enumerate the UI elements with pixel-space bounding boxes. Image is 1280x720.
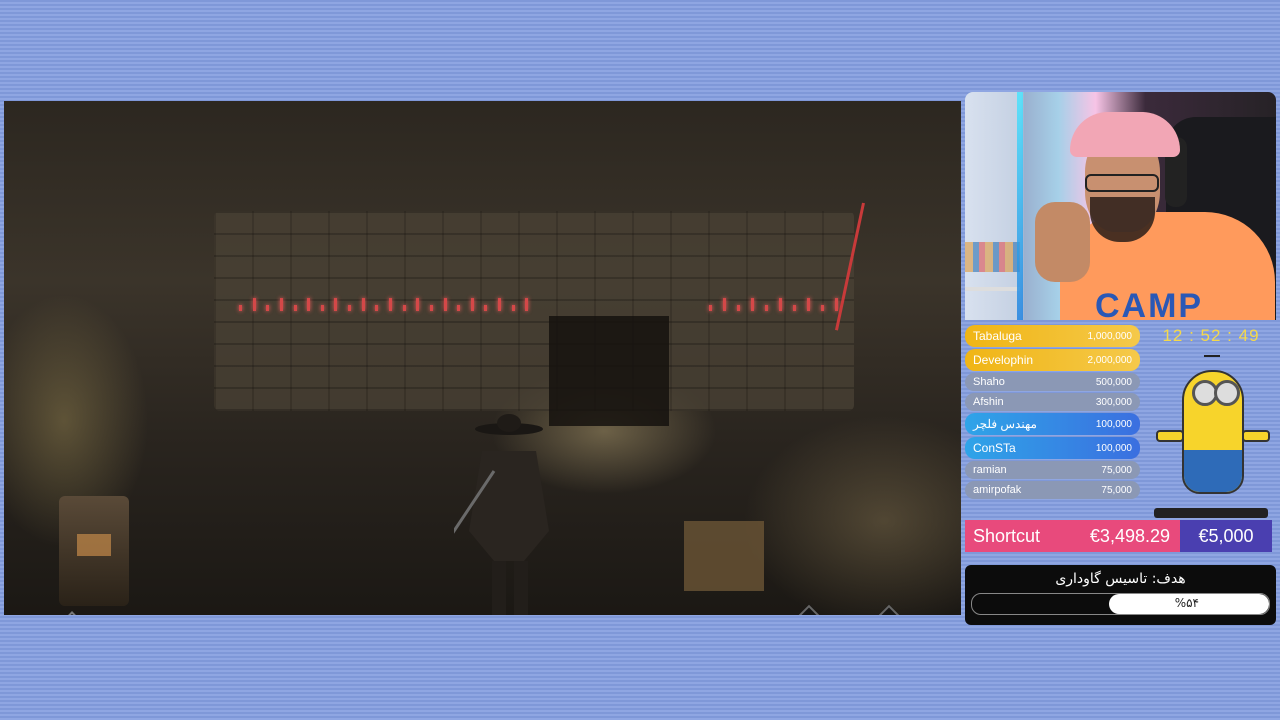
red-candles	[709, 281, 849, 311]
candle	[751, 298, 754, 311]
webcam-feed: CAMP	[965, 92, 1276, 320]
donation-row: amirpofak 75,000	[965, 481, 1140, 499]
candle	[470, 298, 474, 311]
candle	[320, 305, 324, 311]
donation-amount: 300,000	[1095, 396, 1132, 408]
item-slot	[38, 611, 106, 615]
donor-name: مهندس فلچر	[973, 417, 1037, 431]
minion-banner	[1154, 508, 1268, 518]
candle	[765, 305, 768, 311]
candle	[807, 298, 810, 311]
donation-leaderboard: Tabaluga 1,000,000 Develophin 2,000,000 Shah…	[965, 325, 1140, 501]
donor-name: ConSTa	[973, 441, 1016, 455]
goal-raised: €3,498.29	[1089, 525, 1170, 546]
candle	[443, 298, 447, 311]
stone-lantern	[59, 496, 129, 606]
candle	[457, 305, 461, 311]
glasses	[1085, 174, 1159, 192]
candle	[279, 298, 283, 311]
goal-target: €5,000	[1180, 520, 1272, 552]
minion-arm	[1156, 430, 1184, 442]
donation-row: Shaho 500,000	[965, 373, 1140, 391]
donation-amount: 500,000	[1095, 376, 1132, 388]
donor-name: Shaho	[973, 376, 1005, 388]
candle	[348, 305, 352, 311]
donation-amount: 100,000	[1095, 418, 1132, 430]
toy-shelf	[965, 242, 1020, 272]
donation-goal-bar: Shortcut €3,498.29 €5,000	[965, 520, 1272, 552]
candle	[429, 305, 433, 311]
candle	[239, 305, 242, 311]
candle	[525, 298, 529, 311]
pink-cap	[1070, 112, 1180, 157]
red-candles	[239, 281, 539, 311]
goal-progress-bar: %۵۴	[971, 593, 1270, 615]
candle	[498, 298, 502, 311]
goggle-icon	[1214, 380, 1240, 406]
donor-name: amirpofak	[973, 484, 1022, 496]
candle	[723, 298, 726, 311]
stone-wall	[214, 211, 854, 411]
skill-slot-2	[860, 604, 918, 615]
candle	[793, 305, 796, 311]
candle	[779, 298, 782, 311]
donor-name: Afshin	[973, 396, 1004, 408]
game-capture: ⁂3 ☗ ●2	[4, 101, 961, 615]
minion-mascot	[1150, 350, 1272, 518]
candle	[266, 305, 270, 311]
donor-name: Develophin	[973, 353, 1034, 367]
candle	[709, 305, 712, 311]
donor-name: ramian	[973, 464, 1007, 476]
goal-label: Shortcut	[973, 525, 1041, 546]
donation-row: Develophin 2,000,000	[965, 349, 1140, 371]
dark-doorway	[549, 316, 669, 426]
candle	[402, 305, 406, 311]
donation-row: ConSTa 100,000	[965, 437, 1140, 459]
donation-row: Afshin 300,000	[965, 393, 1140, 411]
donation-amount: 100,000	[1095, 442, 1132, 454]
candle	[307, 298, 311, 311]
candle	[821, 305, 824, 311]
goal-title: هدف: تاسیس گاوداری	[1055, 571, 1186, 587]
hoodie-text: CAMP	[1095, 287, 1204, 320]
skill-slot-1	[780, 604, 838, 615]
donation-row: مهندس فلچر 100,000	[965, 413, 1140, 435]
goal-raised-section: Shortcut €3,498.29	[965, 520, 1180, 552]
donation-amount: 1,000,000	[1087, 330, 1133, 342]
candle	[835, 298, 838, 311]
goal-percent: %۵۴	[1174, 596, 1199, 610]
led-strip	[1017, 92, 1023, 320]
candle	[416, 298, 420, 311]
candle	[252, 298, 256, 311]
goal-panel: هدف: تاسیس گاوداری %۵۴	[965, 565, 1276, 625]
minion-overalls	[1184, 450, 1242, 492]
donation-amount: 2,000,000	[1087, 354, 1133, 366]
candle	[293, 305, 297, 311]
donation-amount: 75,000	[1101, 484, 1132, 496]
candle	[375, 305, 379, 311]
donation-row: Tabaluga 1,000,000	[965, 325, 1140, 347]
candle	[389, 298, 392, 311]
candle	[334, 298, 338, 311]
candle	[511, 305, 515, 311]
candle	[361, 298, 365, 311]
donation-amount: 75,000	[1101, 464, 1132, 476]
stream-timer: 12 : 52 : 49	[1162, 326, 1260, 345]
donor-name: Tabaluga	[973, 329, 1022, 343]
hand	[1035, 202, 1090, 282]
minion-arm	[1242, 430, 1270, 442]
shelf	[965, 287, 1020, 291]
donation-row: ramian 75,000	[965, 461, 1140, 479]
wooden-shrine	[684, 521, 764, 591]
player-character	[454, 414, 549, 615]
candle	[737, 305, 740, 311]
candle	[484, 305, 488, 311]
